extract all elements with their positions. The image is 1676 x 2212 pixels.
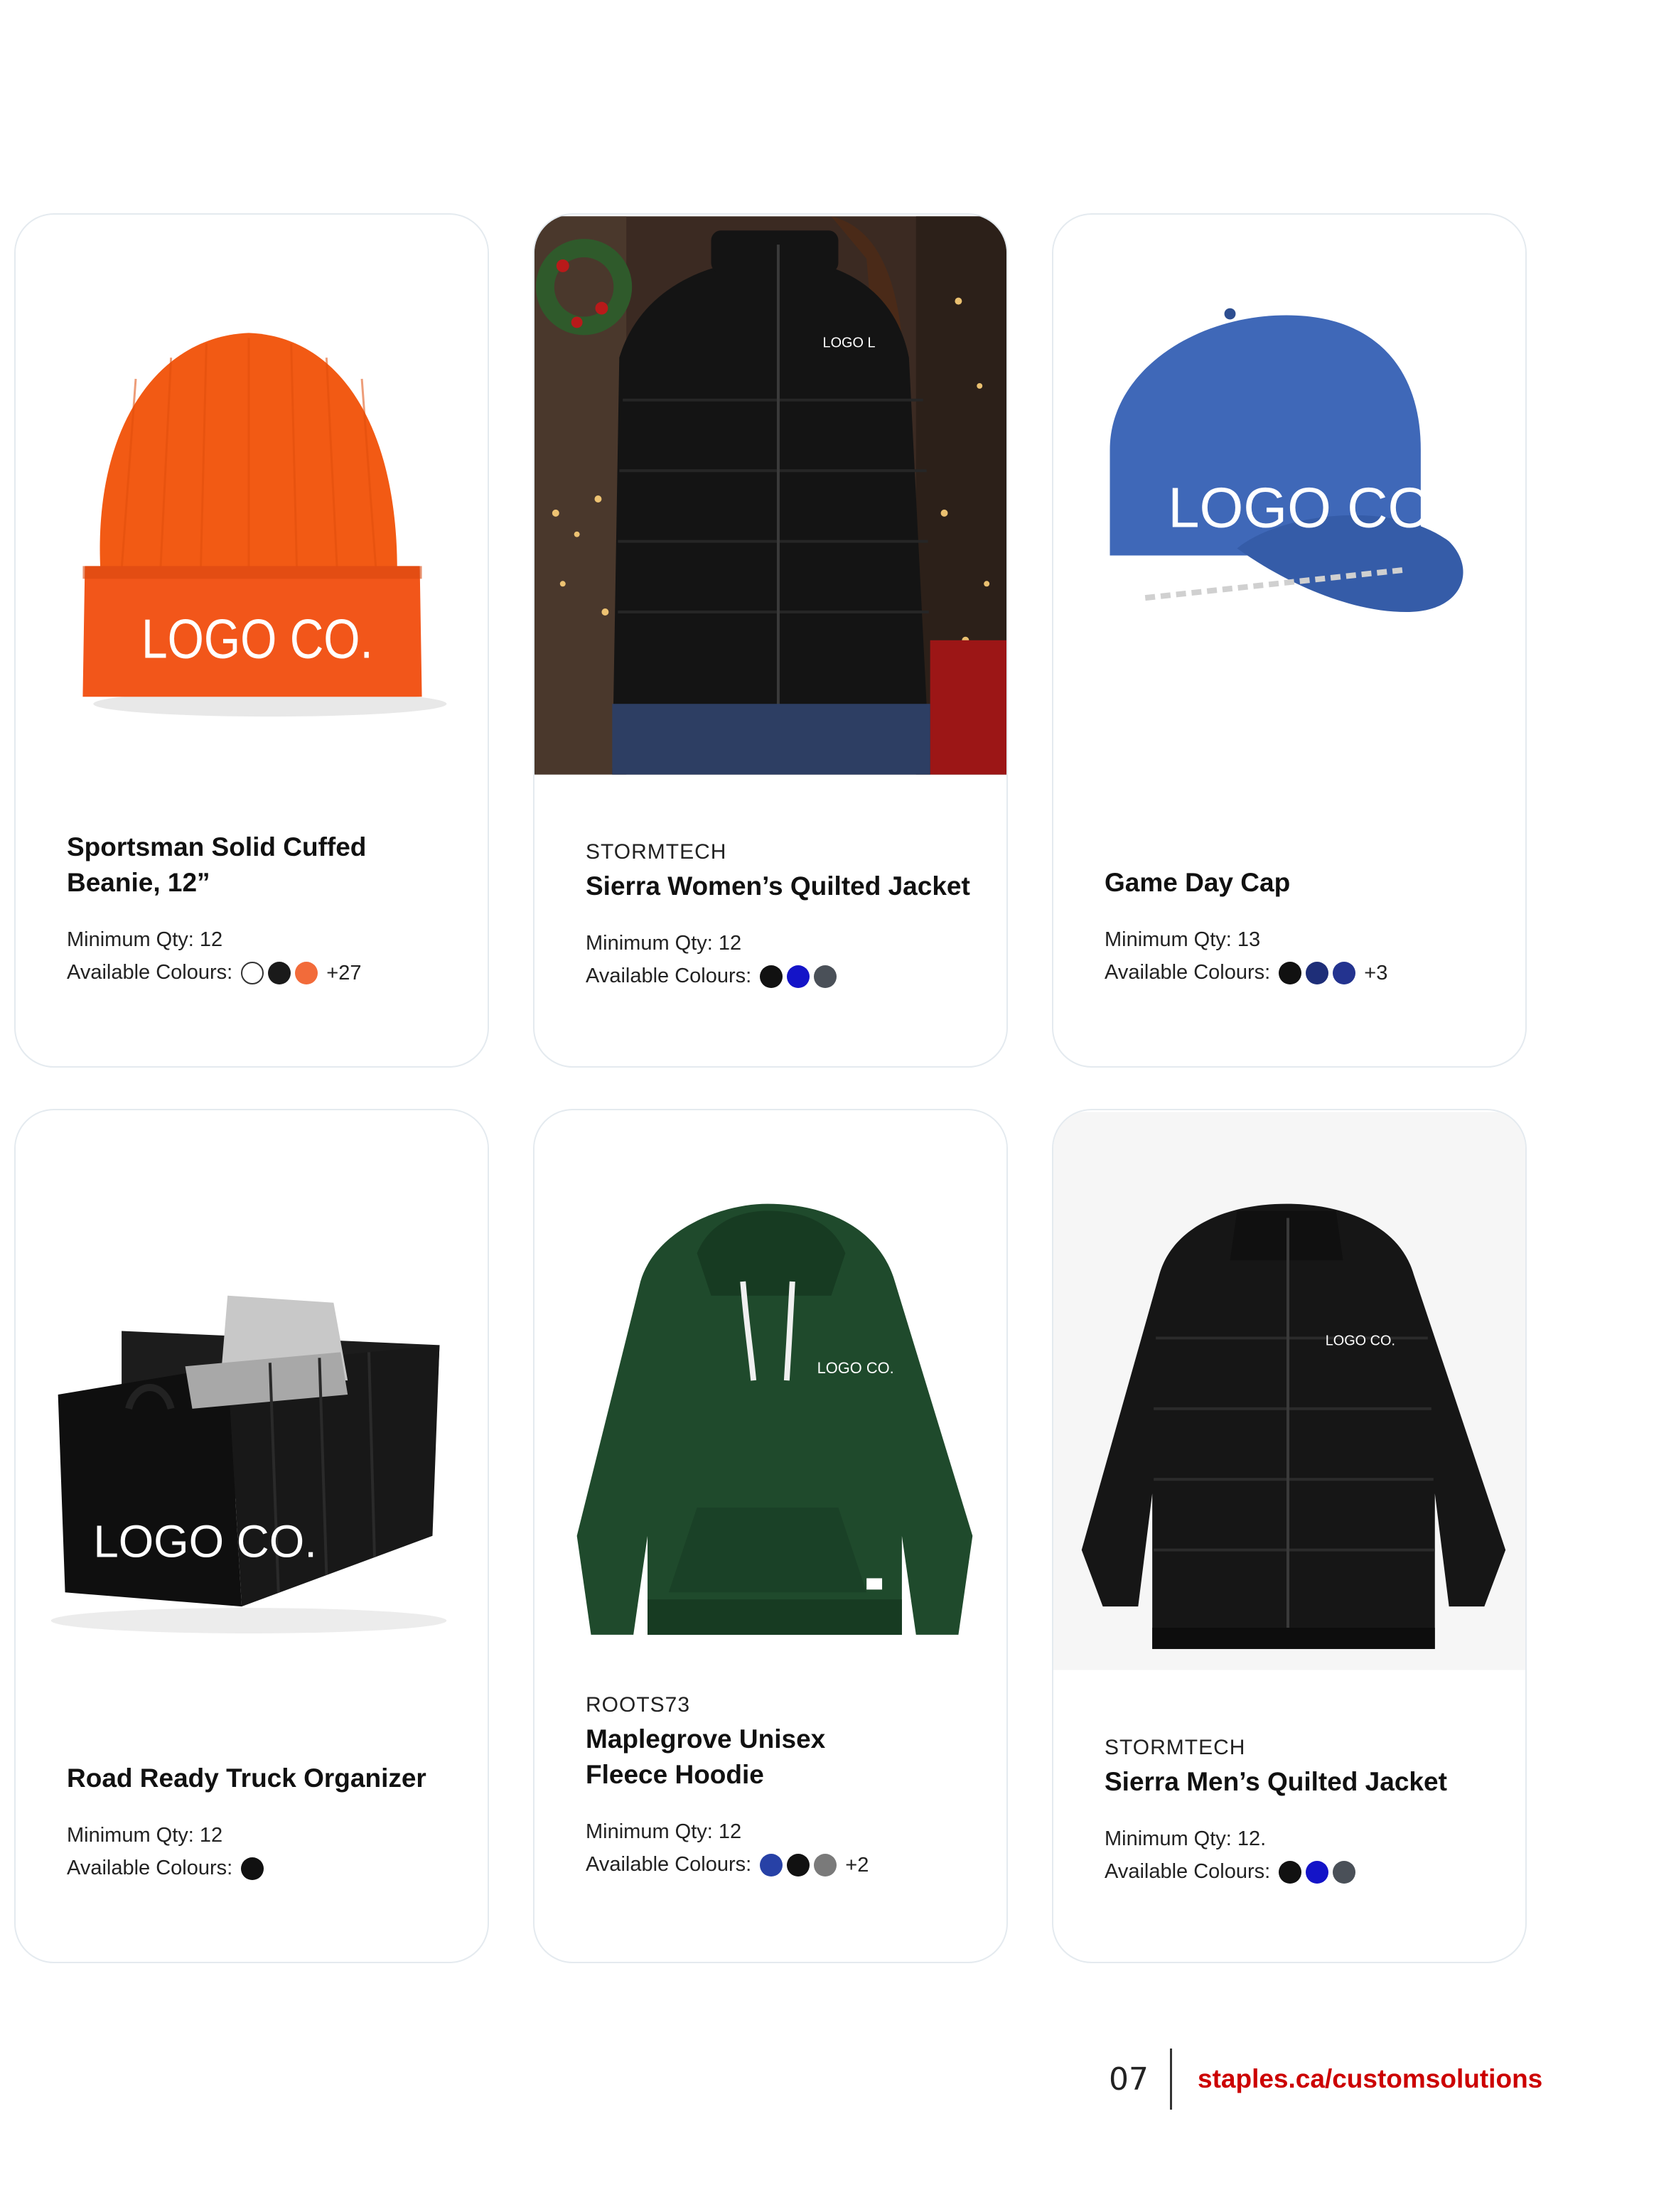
logo-text: LOGO CO. [93,1517,317,1567]
hoodie-image: LOGO CO. [535,1112,1006,1670]
swatch-black[interactable] [241,1857,264,1881]
swatch-grey[interactable] [814,1854,837,1877]
logo-text: LOGO CO. [1326,1333,1395,1348]
logo-text: LOGO CO. [1168,476,1447,539]
product-title[interactable]: Sportsman Solid Cuffed Beanie, 12” [67,830,459,901]
page-footer: 07 staples.ca/customsolutions [1109,2047,1542,2111]
swatch-orange[interactable] [295,962,318,985]
product-brand: STORMTECH [1105,1736,1246,1759]
product-meta: Minimum Qty: 12. Available Colours: [1105,1822,1497,1888]
product-card-hoodie[interactable]: LOGO CO. ROOTS73 Maplegrove Unisex Fleec… [533,1109,1008,1963]
swatch-charcoal[interactable] [1333,1861,1356,1884]
min-qty: Minimum Qty: 12 [586,1820,742,1843]
product-brand: ROOTS73 [586,1693,691,1717]
product-title[interactable]: Road Ready Truck Organizer [67,1761,459,1796]
product-title[interactable]: Sierra Women’s Quilted Jacket [586,869,978,904]
product-meta: Minimum Qty: 13 Available Colours: +3 [1105,923,1497,989]
footer-divider [1170,2049,1172,2110]
colour-swatches [1279,1861,1356,1884]
more-colours-count: +27 [326,962,362,985]
swatch-black[interactable] [787,1854,810,1877]
min-qty: Minimum Qty: 12 [67,928,223,951]
available-colours: Available Colours: +3 [1105,956,1497,989]
page-number: 07 [1109,2061,1149,2098]
product-card-mens-jacket[interactable]: LOGO CO. STORMTECH Sierra Men’s Quilted … [1052,1109,1527,1963]
colours-label: Available Colours: [1105,961,1271,984]
beanie-image: LOGO CO. [16,216,488,775]
available-colours: Available Colours: +2 [586,1848,978,1881]
swatch-royal-blue[interactable] [787,965,810,989]
logo-text: LOGO CO. [817,1359,894,1377]
colour-swatches: +3 [1279,957,1387,989]
swatch-black[interactable] [760,965,783,989]
swatch-charcoal[interactable] [814,965,837,989]
product-card-beanie[interactable]: LOGO CO. Sportsman Solid Cuffed Beanie, … [14,213,489,1068]
min-qty: Minimum Qty: 12 [67,1824,223,1847]
more-colours-count: +3 [1364,962,1388,985]
womens-jacket-image: LOGO L [535,216,1006,775]
product-meta: Minimum Qty: 12 Available Colours: [586,927,978,992]
product-title[interactable]: Maplegrove Unisex Fleece Hoodie [586,1722,870,1793]
min-qty: Minimum Qty: 13 [1105,928,1261,951]
mens-jacket-image: LOGO CO. [1053,1112,1525,1670]
swatch-white[interactable] [241,962,264,985]
colour-swatches: +27 [241,957,361,989]
colours-label: Available Colours: [67,1857,233,1879]
min-qty: Minimum Qty: 12. [1105,1827,1267,1850]
product-meta: Minimum Qty: 12 Available Colours: +27 [67,923,459,989]
colour-swatches: +2 [760,1849,869,1881]
product-meta: Minimum Qty: 12 Available Colours: +2 [586,1815,978,1881]
colours-label: Available Colours: [586,965,752,987]
logo-text: LOGO L [823,335,876,350]
website-link[interactable]: staples.ca/customsolutions [1198,2064,1542,2094]
available-colours: Available Colours: +27 [67,956,459,989]
swatch-blue[interactable] [760,1854,783,1877]
colours-label: Available Colours: [1105,1860,1271,1883]
swatch-black[interactable] [1279,1861,1302,1884]
available-colours: Available Colours: [1105,1855,1497,1888]
colour-swatches [760,965,837,989]
swatch-royal-blue[interactable] [1306,1861,1329,1884]
product-card-cap[interactable]: LOGO CO. Game Day Cap Minimum Qty: 13 Av… [1052,213,1527,1068]
more-colours-count: +2 [845,1854,869,1877]
cap-image: LOGO CO. [1053,216,1525,775]
logo-text: LOGO CO. [141,609,373,670]
swatch-navy[interactable] [1306,962,1329,985]
swatch-blue[interactable] [1333,962,1356,985]
product-meta: Minimum Qty: 12 Available Colours: [67,1819,459,1884]
product-title[interactable]: Sierra Men’s Quilted Jacket [1105,1764,1497,1800]
colours-label: Available Colours: [67,961,233,984]
product-title[interactable]: Game Day Cap [1105,865,1497,901]
available-colours: Available Colours: [586,960,978,992]
colour-swatches [241,1857,264,1881]
colours-label: Available Colours: [586,1853,752,1876]
product-card-truck-organizer[interactable]: LOGO CO. Road Ready Truck Organizer Mini… [14,1109,489,1963]
min-qty: Minimum Qty: 12 [586,932,742,955]
available-colours: Available Colours: [67,1852,459,1884]
product-card-womens-jacket[interactable]: LOGO L STORMTECH Sierra Women’s Quilted … [533,213,1008,1068]
truck-organizer-image: LOGO CO. [16,1112,488,1670]
swatch-black[interactable] [1279,962,1302,985]
product-brand: STORMTECH [586,840,727,864]
swatch-black[interactable] [268,962,291,985]
